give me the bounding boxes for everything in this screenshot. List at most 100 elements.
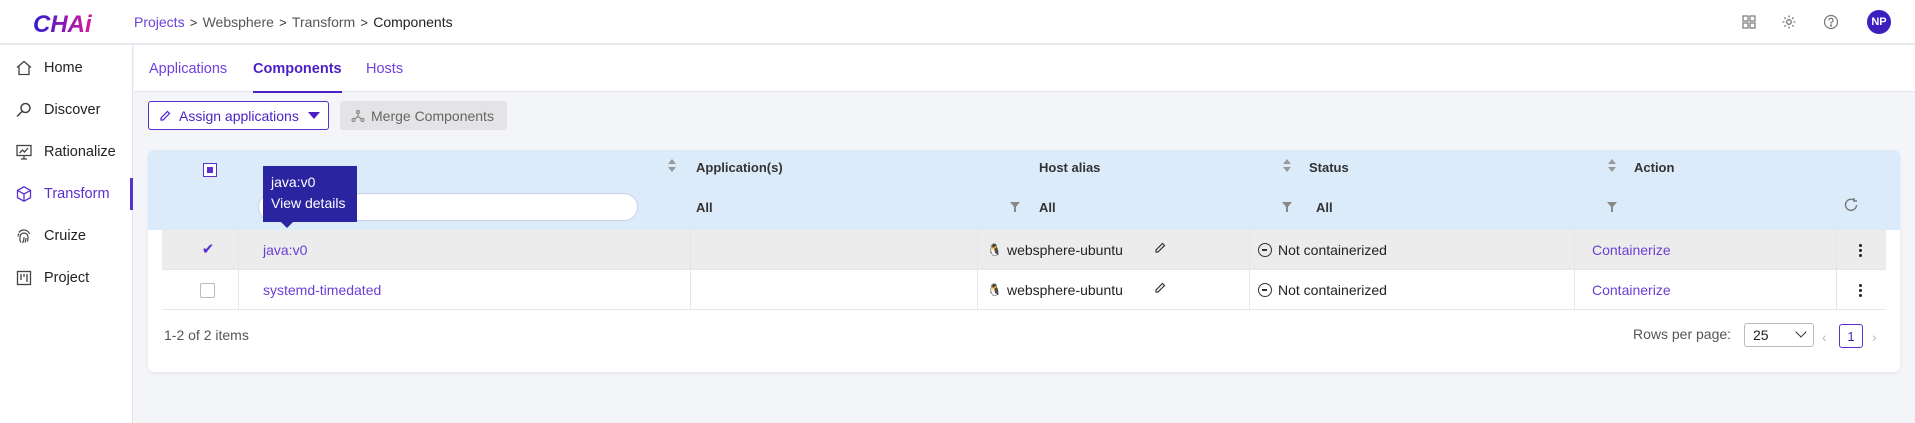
host-alias-cell: 🐧 websphere-ubuntu [987, 282, 1123, 298]
previous-page-icon[interactable]: ‹ [1822, 329, 1827, 345]
chai-logo[interactable]: CHAi [32, 6, 96, 38]
rows-per-page-select[interactable]: 25 [1744, 323, 1814, 347]
chevron-down-icon [1795, 326, 1807, 338]
sort-icon[interactable] [1608, 159, 1616, 173]
magnifier-icon [14, 100, 34, 120]
top-bar: CHAi Projects > Websphere > Transform > … [0, 0, 1915, 44]
column-header-status: Status [1309, 160, 1349, 175]
gear-icon[interactable] [1779, 12, 1799, 32]
tooltip-view-details-link[interactable]: View details [271, 193, 349, 214]
column-divider [238, 270, 239, 310]
edit-pencil-icon[interactable] [1154, 282, 1166, 294]
items-summary: 1-2 of 2 items [164, 327, 249, 343]
filter-icon[interactable] [1282, 202, 1292, 212]
sidebar: Home Discover Rationalize Transform Crui… [0, 45, 133, 423]
help-icon[interactable] [1821, 12, 1841, 32]
sidebar-item-label: Home [44, 60, 83, 76]
row-checkbox-checked[interactable]: ✔ [200, 242, 216, 258]
sidebar-item-label: Rationalize [44, 144, 116, 160]
merge-components-button[interactable]: Merge Components [340, 101, 507, 130]
column-divider [977, 230, 978, 270]
component-tooltip: java:v0 View details [263, 166, 357, 228]
column-divider [238, 230, 239, 270]
breadcrumb-transform: Transform [291, 14, 356, 30]
table-header: Application(s) Host alias Status Action … [148, 150, 1900, 230]
column-divider [1836, 230, 1837, 270]
column-header-applications: Application(s) [696, 160, 783, 175]
sidebar-item-discover[interactable]: Discover [0, 90, 133, 130]
select-all-checkbox[interactable] [203, 163, 217, 177]
column-divider [1574, 230, 1575, 270]
home-icon [14, 58, 34, 78]
refresh-icon[interactable] [1843, 197, 1859, 213]
linux-tux-icon: 🐧 [987, 283, 1002, 297]
sidebar-item-label: Discover [44, 102, 101, 118]
column-divider [1836, 270, 1837, 310]
chevron-right-icon: > [189, 14, 198, 30]
grid-icon[interactable] [1739, 12, 1759, 32]
host-alias-cell: 🐧 websphere-ubuntu [987, 242, 1123, 258]
edit-pencil-icon[interactable] [1154, 242, 1166, 254]
sidebar-item-transform[interactable]: Transform [0, 174, 133, 214]
components-table-card: Application(s) Host alias Status Action … [148, 150, 1900, 372]
sidebar-item-rationalize[interactable]: Rationalize [0, 132, 133, 172]
table-row[interactable]: systemd-timedated 🐧 websphere-ubuntu Not… [162, 270, 1886, 310]
sort-icon[interactable] [668, 159, 676, 173]
sidebar-item-home[interactable]: Home [0, 48, 133, 88]
sidebar-item-label: Transform [44, 186, 110, 202]
merge-components-label: Merge Components [371, 107, 494, 124]
page-number-current[interactable]: 1 [1839, 324, 1863, 348]
sidebar-item-project[interactable]: Project [0, 258, 133, 298]
assign-applications-button[interactable]: Assign applications [148, 101, 329, 130]
sidebar-item-label: Cruize [44, 228, 86, 244]
status-cell: Not containerized [1258, 230, 1387, 270]
next-page-icon[interactable]: › [1872, 329, 1877, 345]
tab-hosts[interactable]: Hosts [366, 45, 403, 92]
pencil-icon [160, 110, 171, 121]
caret-down-icon [307, 112, 320, 119]
applications-filter-value[interactable]: All [696, 200, 713, 215]
row-checkbox[interactable] [200, 283, 215, 298]
host-alias-filter-value[interactable]: All [1039, 200, 1056, 215]
tab-applications[interactable]: Applications [149, 45, 227, 92]
breadcrumb: Projects > Websphere > Transform > Compo… [134, 14, 453, 30]
filter-icon[interactable] [1607, 202, 1617, 212]
tab-bar: Applications Components Hosts [134, 45, 1915, 93]
rows-per-page-label: Rows per page: [1633, 326, 1732, 342]
column-divider [977, 270, 978, 310]
filter-icon[interactable] [1010, 202, 1020, 212]
row-actions-kebab-icon[interactable] [1852, 282, 1868, 298]
chevron-right-icon: > [279, 14, 287, 30]
breadcrumb-websphere: Websphere [202, 14, 274, 30]
cube-icon [14, 184, 34, 204]
column-header-action: Action [1634, 160, 1675, 175]
linux-tux-icon: 🐧 [987, 243, 1002, 257]
tooltip-title: java:v0 [271, 174, 316, 190]
component-name-link[interactable]: java:v0 [263, 230, 307, 270]
status-filter-value[interactable]: All [1316, 200, 1333, 215]
svg-text:CHAi: CHAi [33, 11, 93, 38]
minus-circle-icon [1258, 243, 1272, 257]
sidebar-item-cruize[interactable]: Cruize [0, 216, 133, 256]
fingerprint-icon [14, 226, 34, 246]
user-avatar[interactable]: NP [1867, 10, 1891, 34]
breadcrumb-projects[interactable]: Projects [134, 14, 185, 30]
column-divider [1249, 230, 1250, 270]
column-divider [1574, 270, 1575, 310]
containerize-link[interactable]: Containerize [1592, 230, 1671, 270]
kanban-icon [14, 268, 34, 288]
sidebar-item-label: Project [44, 270, 90, 286]
column-divider [690, 230, 691, 270]
component-name-link[interactable]: systemd-timedated [263, 270, 381, 310]
column-header-host-alias: Host alias [1039, 160, 1101, 175]
tab-components[interactable]: Components [253, 45, 342, 93]
column-divider [1249, 270, 1250, 310]
table-row[interactable]: ✔ java:v0 🐧 websphere-ubuntu Not contain… [162, 230, 1886, 270]
row-actions-kebab-icon[interactable] [1852, 242, 1868, 258]
presentation-icon [14, 142, 34, 162]
assign-applications-label: Assign applications [179, 107, 299, 124]
chevron-right-icon: > [360, 14, 368, 30]
sort-icon[interactable] [1283, 159, 1291, 173]
containerize-link[interactable]: Containerize [1592, 270, 1671, 310]
column-divider [690, 270, 691, 310]
